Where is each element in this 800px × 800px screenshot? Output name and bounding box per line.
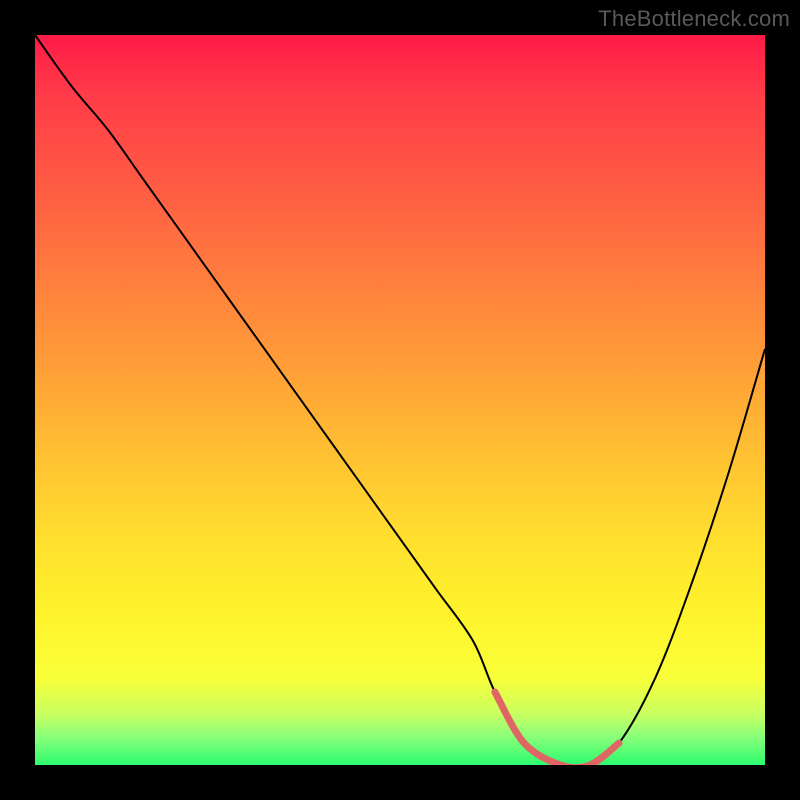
watermark-text: TheBottleneck.com bbox=[598, 6, 790, 32]
chart-svg bbox=[35, 35, 765, 765]
bottleneck-curve bbox=[35, 35, 765, 765]
plot-area bbox=[35, 35, 765, 765]
valley-highlight bbox=[495, 692, 619, 765]
chart-container: TheBottleneck.com bbox=[0, 0, 800, 800]
